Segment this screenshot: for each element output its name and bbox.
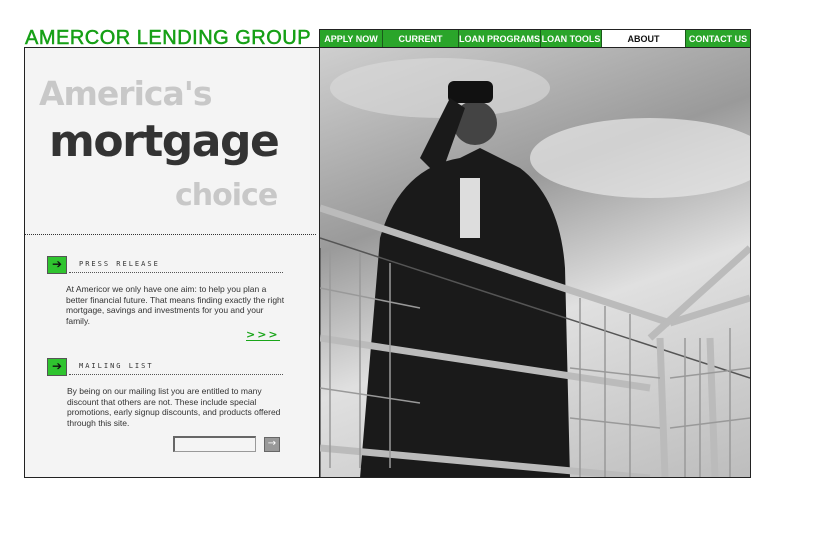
nav-loan-programs[interactable]: LOAN PROGRAMS (459, 30, 541, 48)
press-release-title: PRESS RELEASE (79, 260, 160, 268)
tagline-line3: choice (175, 178, 278, 213)
nav-current-rates[interactable]: CURRENT RATES (383, 30, 459, 62)
hero-photo (320, 48, 750, 477)
arrow-right-icon: ➔ (47, 256, 67, 274)
left-panel: America's mortgage choice ➔ PRESS RELEAS… (25, 48, 317, 477)
man-with-binoculars-image (320, 58, 750, 477)
nav-loan-tools[interactable]: LOAN TOOLS (541, 30, 602, 48)
press-release-more-link[interactable]: >>> (246, 329, 280, 341)
main-nav: APPLY NOW CURRENT RATES LOAN PROGRAMS LO… (319, 29, 751, 62)
divider (25, 234, 316, 235)
divider (69, 374, 283, 375)
content-frame: America's mortgage choice ➔ PRESS RELEAS… (24, 47, 751, 478)
arrow-right-icon: ➔ (47, 358, 67, 376)
press-release-body: At Americor we only have one aim: to hel… (66, 284, 285, 326)
nav-about-americor[interactable]: ABOUT AMERICOR (602, 30, 686, 62)
tagline-line2: mortgage (49, 116, 280, 167)
arrow-right-icon: → (267, 438, 277, 449)
tagline-line1: America's (39, 74, 212, 113)
divider (69, 272, 283, 273)
nav-apply-now[interactable]: APPLY NOW (320, 30, 383, 48)
mailing-list-title: MAILING LIST (79, 362, 154, 370)
email-input[interactable] (173, 436, 256, 452)
submit-email-button[interactable]: → (264, 437, 280, 452)
nav-contact-us[interactable]: CONTACT US (686, 30, 750, 48)
mailing-list-body: By being on our mailing list you are ent… (67, 386, 281, 428)
